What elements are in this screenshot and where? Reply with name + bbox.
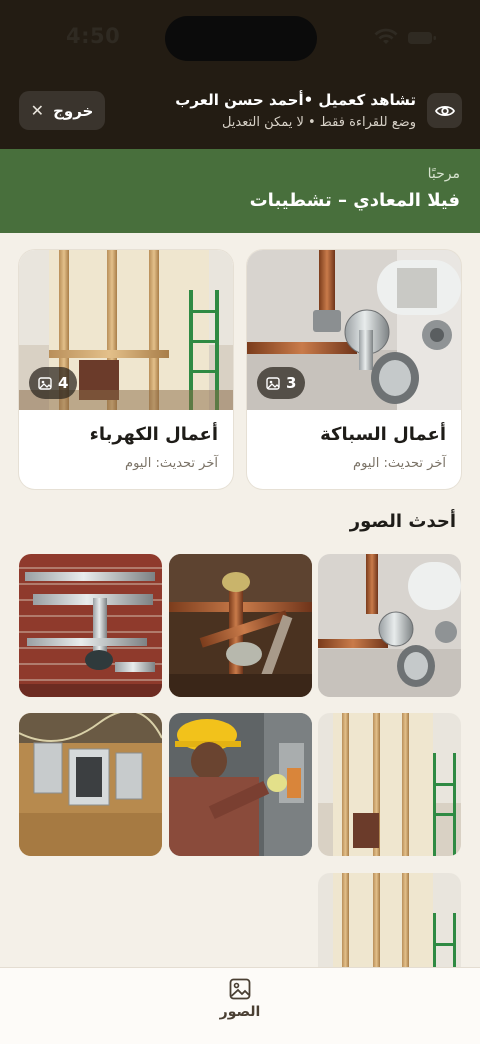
photo-count: 3 bbox=[286, 374, 297, 392]
image-icon bbox=[229, 978, 251, 1000]
photo-tile-electrician-worker[interactable] bbox=[169, 713, 312, 856]
nav-label-photos: الصور bbox=[219, 1004, 261, 1020]
image-icon bbox=[38, 376, 52, 390]
recent-photos-title: أحدث الصور bbox=[349, 511, 456, 532]
bottom-nav: الصور bbox=[0, 967, 480, 1044]
status-icons bbox=[372, 28, 442, 48]
status-bar: 4:50 bbox=[0, 0, 480, 78]
category-card-plumbing[interactable]: 3 أعمال السباكة آخر تحديث: اليوم bbox=[247, 250, 461, 489]
photo-tile-electrical-panels[interactable] bbox=[19, 713, 162, 856]
photo-tile-brick-wall-pipes[interactable] bbox=[19, 554, 162, 697]
exit-label: خروج bbox=[53, 101, 94, 120]
eye-icon[interactable] bbox=[427, 93, 462, 128]
category-card-electrical[interactable]: 4 أعمال الكهرباء آخر تحديث: اليوم bbox=[19, 250, 233, 489]
banner-subtitle: وضع للقراءة فقط • لا يمكن التعديل bbox=[221, 115, 416, 130]
client-view-banner: ✕ خروج تشاهد كعميل •أحمد حسن العرب وضع ل… bbox=[0, 78, 480, 149]
photo-tile-plumbing-valve[interactable] bbox=[318, 554, 461, 697]
battery-icon bbox=[408, 32, 436, 44]
photo-tile-copper-pipes[interactable] bbox=[169, 554, 312, 697]
greeting: مرحبًا bbox=[427, 166, 460, 182]
project-header: مرحبًا فيلا المعادي – تشطيبات bbox=[0, 149, 480, 233]
banner-title: تشاهد كعميل •أحمد حسن العرب bbox=[175, 91, 416, 109]
wifi-icon bbox=[374, 28, 398, 44]
category-updated: آخر تحديث: اليوم bbox=[353, 456, 446, 471]
category-title: أعمال الكهرباء bbox=[89, 424, 218, 445]
top-area: 4:50 ✕ خروج تشاهد كعميل •أحمد حسن العرب bbox=[0, 0, 480, 149]
banner-text: تشاهد كعميل •أحمد حسن العرب وضع للقراءة … bbox=[96, 90, 416, 133]
category-updated: آخر تحديث: اليوم bbox=[125, 456, 218, 471]
exit-button[interactable]: ✕ خروج bbox=[19, 91, 105, 130]
photo-tile-wall-studs[interactable] bbox=[318, 873, 461, 967]
photo-count-badge: 3 bbox=[257, 367, 306, 399]
image-icon bbox=[266, 376, 280, 390]
photo-count: 4 bbox=[58, 374, 69, 392]
category-title: أعمال السباكة bbox=[320, 424, 446, 445]
status-time: 4:50 bbox=[66, 24, 121, 48]
dynamic-island bbox=[165, 16, 317, 61]
project-name: فيلا المعادي – تشطيبات bbox=[249, 190, 460, 211]
photo-count-badge: 4 bbox=[29, 367, 78, 399]
nav-item-photos[interactable]: الصور bbox=[200, 978, 280, 1034]
photo-tile-wall-studs[interactable] bbox=[318, 713, 461, 856]
close-icon: ✕ bbox=[30, 101, 45, 120]
